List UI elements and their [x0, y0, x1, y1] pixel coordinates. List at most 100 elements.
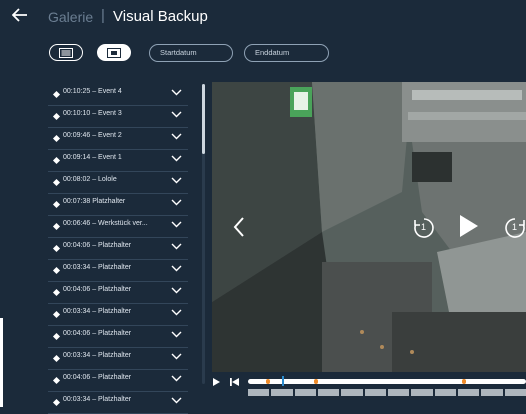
timeline-thumbnail: [481, 389, 503, 396]
event-diamond-icon: [52, 266, 61, 275]
event-list-item[interactable]: 00:03:34 – Platzhalter: [48, 392, 188, 414]
event-label: 00:10:10 – Event 3: [63, 110, 122, 117]
event-list-item[interactable]: 00:03:34 – Platzhalter: [48, 304, 188, 326]
event-list-item[interactable]: 00:04:06 – Platzhalter: [48, 370, 188, 392]
event-list-item[interactable]: 00:09:46 – Event 2: [48, 128, 188, 150]
timeline-thumbnail: [364, 389, 386, 396]
chevron-down-icon[interactable]: [171, 88, 182, 96]
event-label: 00:03:34 – Platzhalter: [63, 264, 132, 271]
video-player[interactable]: 1 1: [212, 82, 526, 372]
event-label: 00:03:34 – Platzhalter: [63, 352, 132, 359]
breadcrumb-galerie[interactable]: Galerie: [48, 9, 93, 25]
timeline-thumbnails[interactable]: [248, 389, 526, 396]
arrow-left-icon: [11, 8, 27, 22]
chevron-down-icon[interactable]: [171, 286, 182, 294]
event-label: 00:09:46 – Event 2: [63, 132, 122, 139]
event-label: 00:07:38 Platzhalter: [63, 198, 126, 205]
timeline-thumbnail: [248, 389, 270, 396]
timeline-thumbnail: [294, 389, 316, 396]
event-diamond-icon: [52, 222, 61, 231]
timeline-playhead[interactable]: [282, 376, 284, 386]
event-diamond-icon: [52, 332, 61, 341]
event-label: 00:08:02 – Lolole: [63, 176, 117, 183]
event-diamond-icon: [52, 354, 61, 363]
timeline-thumbnail: [341, 389, 363, 396]
timeline-play-icon[interactable]: [212, 377, 221, 387]
event-list-item[interactable]: 00:04:06 – Platzhalter: [48, 326, 188, 348]
event-list-scroll-thumb[interactable]: [202, 84, 205, 154]
event-list-item[interactable]: 00:09:14 – Event 1: [48, 150, 188, 172]
event-label: 00:03:34 – Platzhalter: [63, 308, 132, 315]
event-list-item[interactable]: 00:03:34 – Platzhalter: [48, 348, 188, 370]
chevron-down-icon[interactable]: [171, 242, 182, 250]
event-diamond-icon: [52, 134, 61, 143]
event-label: 00:04:06 – Platzhalter: [63, 374, 132, 381]
event-diamond-icon: [52, 200, 61, 209]
chevron-left-icon[interactable]: [232, 216, 246, 238]
list-view-button[interactable]: [49, 44, 83, 61]
chevron-down-icon[interactable]: [171, 374, 182, 382]
start-date-field[interactable]: Startdatum: [149, 44, 233, 62]
end-date-field[interactable]: Enddatum: [244, 44, 329, 62]
left-edge-line: [0, 318, 3, 407]
chevron-down-icon[interactable]: [171, 264, 182, 272]
chevron-down-icon[interactable]: [171, 132, 182, 140]
event-label: 00:09:14 – Event 1: [63, 154, 122, 161]
skip-to-start-icon[interactable]: [229, 377, 240, 387]
event-list-item[interactable]: 00:10:10 – Event 3: [48, 106, 188, 128]
event-label: 00:04:06 – Platzhalter: [63, 286, 132, 293]
event-diamond-icon: [52, 178, 61, 187]
event-diamond-icon: [52, 310, 61, 319]
chevron-down-icon[interactable]: [171, 110, 182, 118]
timeline-thumbnail: [504, 389, 526, 396]
timeline-thumbnail: [317, 389, 340, 396]
rewind-button[interactable]: 1: [412, 216, 436, 240]
timeline-thumbnail: [411, 389, 433, 396]
event-diamond-icon: [52, 398, 61, 407]
event-list-item[interactable]: 00:04:06 – Platzhalter: [48, 238, 188, 260]
chevron-down-icon[interactable]: [171, 396, 182, 404]
chevron-down-icon[interactable]: [171, 176, 182, 184]
event-list-item[interactable]: 00:10:25 – Event 4: [48, 84, 188, 106]
event-list-item[interactable]: 00:06:46 – Werkstück ver...: [48, 216, 188, 238]
event-list: 00:10:25 – Event 4 00:10:10 – Event 3 00:0…: [48, 84, 188, 414]
event-list-item[interactable]: 00:03:34 – Platzhalter: [48, 260, 188, 282]
timeline-event-marker[interactable]: [314, 379, 318, 384]
event-diamond-icon: [52, 156, 61, 165]
event-label: 00:03:34 – Platzhalter: [63, 396, 132, 403]
event-label: 00:06:46 – Werkstück ver...: [63, 220, 148, 227]
event-diamond-icon: [52, 376, 61, 385]
event-list-item[interactable]: 00:08:02 – Lolole: [48, 172, 188, 194]
chevron-down-icon[interactable]: [171, 352, 182, 360]
event-list-item[interactable]: 00:07:38 Platzhalter: [48, 194, 188, 216]
timeline-thumbnail: [457, 389, 480, 396]
timeline-track[interactable]: [248, 376, 526, 386]
event-label: 00:04:06 – Platzhalter: [63, 242, 132, 249]
video-view-icon: [107, 47, 121, 58]
timeline-thumbnail: [271, 389, 293, 396]
play-icon[interactable]: [458, 213, 480, 239]
back-button[interactable]: [11, 7, 28, 27]
chevron-down-icon[interactable]: [171, 220, 182, 228]
timeline-event-marker[interactable]: [462, 379, 466, 384]
event-label: 00:04:06 – Platzhalter: [63, 330, 132, 337]
chevron-down-icon[interactable]: [171, 198, 182, 206]
timeline-thumbnail: [434, 389, 456, 396]
rewind-label: 1: [421, 222, 427, 232]
breadcrumb-separator: |: [101, 7, 105, 24]
chevron-down-icon[interactable]: [171, 154, 182, 162]
chevron-down-icon[interactable]: [171, 330, 182, 338]
list-view-icon: [59, 47, 73, 58]
event-list-item[interactable]: 00:04:06 – Platzhalter: [48, 282, 188, 304]
chevron-down-icon[interactable]: [171, 308, 182, 316]
forward-button[interactable]: 1: [503, 216, 526, 240]
event-diamond-icon: [52, 288, 61, 297]
event-diamond-icon: [52, 90, 61, 99]
timeline-event-marker[interactable]: [266, 379, 270, 384]
video-view-button[interactable]: [97, 44, 131, 61]
event-label: 00:10:25 – Event 4: [63, 88, 122, 95]
event-diamond-icon: [52, 244, 61, 253]
event-diamond-icon: [52, 112, 61, 121]
timeline-thumbnail: [387, 389, 410, 396]
forward-label: 1: [512, 222, 518, 232]
